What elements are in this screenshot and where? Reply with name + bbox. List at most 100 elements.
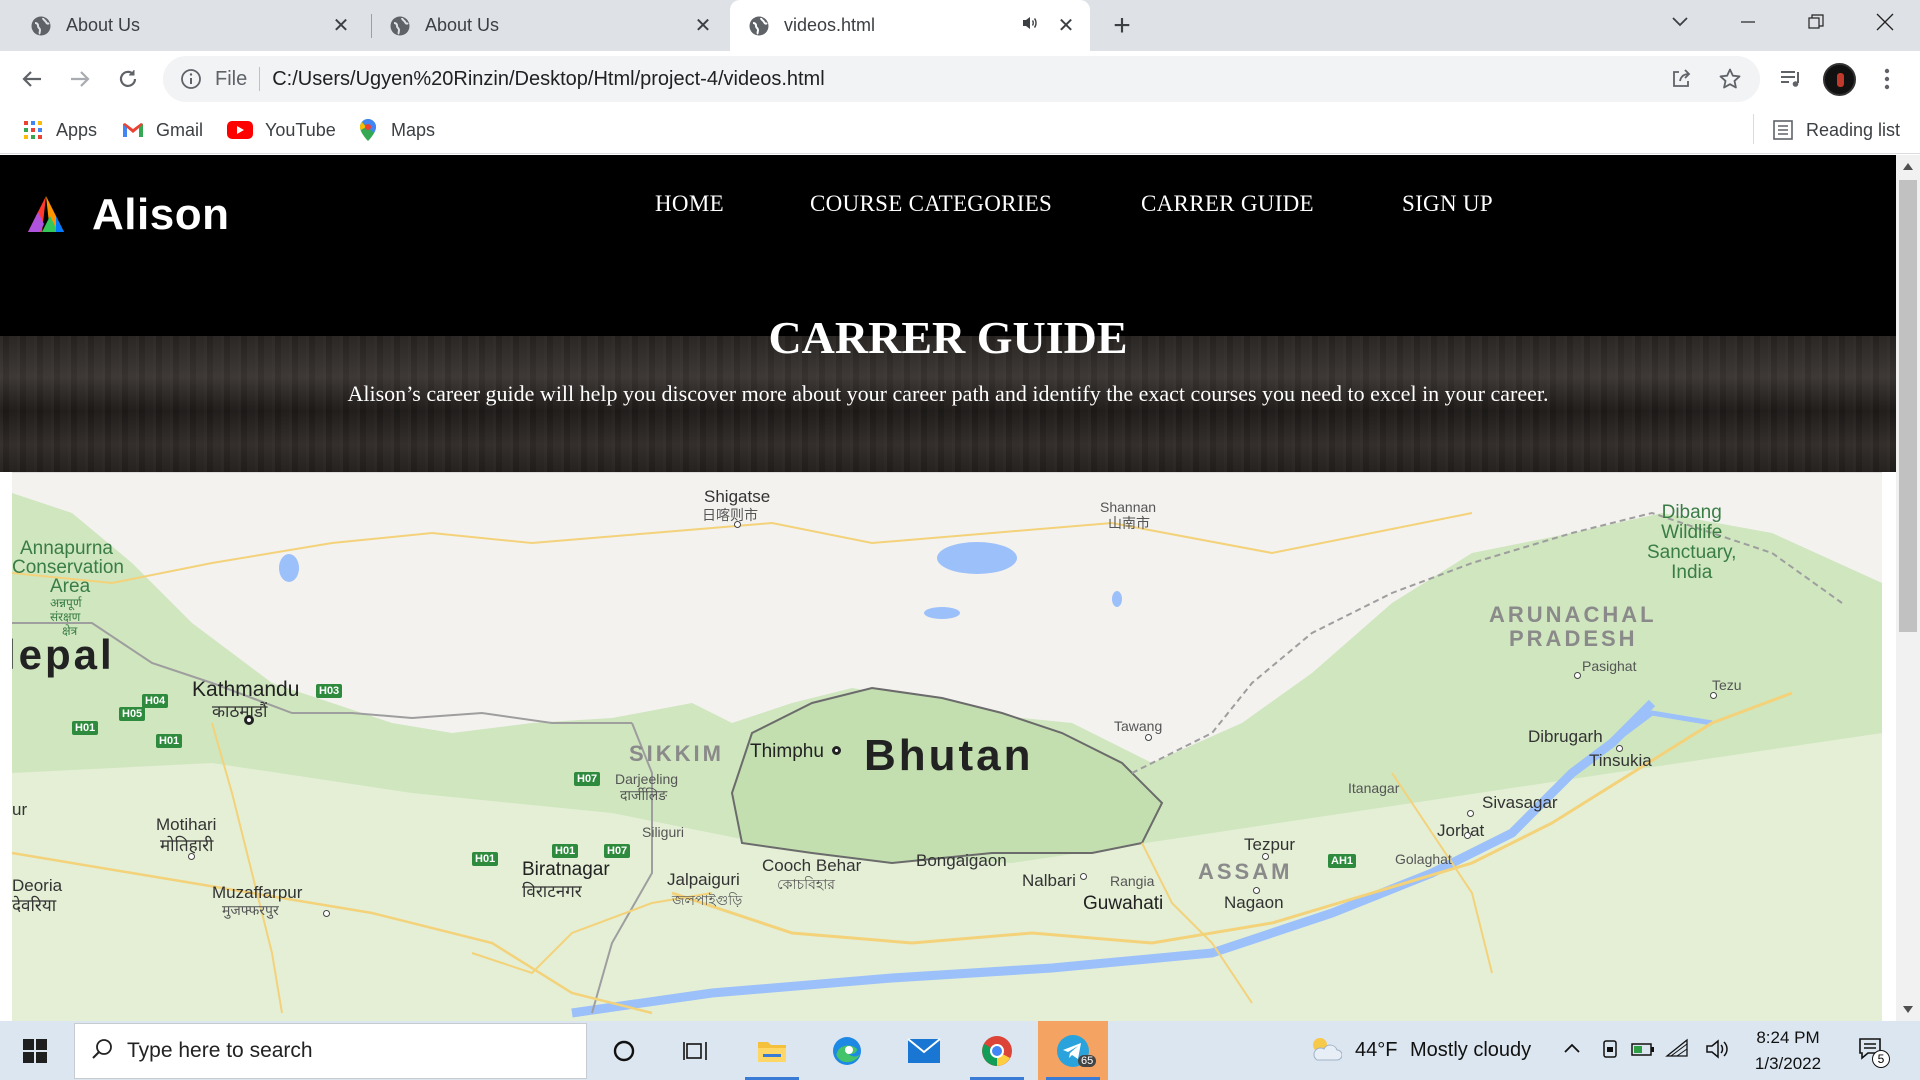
file-explorer-button[interactable] (737, 1021, 807, 1080)
nav-sign-up[interactable]: SIGN UP (1402, 191, 1493, 217)
nav-home[interactable]: HOME (655, 191, 724, 217)
volume-icon[interactable] (1705, 1038, 1731, 1065)
page-scrollbar[interactable] (1896, 155, 1920, 1021)
map-label-tawang: Tawang (1114, 718, 1163, 734)
weather-cloud-icon[interactable] (1308, 1035, 1343, 1068)
menu-kebab-icon[interactable] (1870, 62, 1904, 96)
url-text[interactable]: C:/Users/Ugyen%20Rinzin/Desktop/Html/pro… (272, 68, 824, 91)
map-label-muzaffarpur-hi: मुजफ्फरपुर (222, 902, 279, 918)
map-label-ur: ur (12, 800, 28, 819)
reading-list-label: Reading list (1806, 119, 1901, 140)
address-bar[interactable]: File C:/Users/Ugyen%20Rinzin/Desktop/Htm… (163, 56, 1760, 102)
media-queue-icon[interactable] (1774, 62, 1808, 96)
map-city-dot (1145, 734, 1152, 741)
clock-time: 8:24 PM (1756, 1028, 1820, 1047)
tab-search-chevron-icon[interactable] (1650, 0, 1710, 44)
notification-center-icon[interactable]: 5 (1858, 1036, 1890, 1069)
map-label-golaghat: Golaghat (1395, 851, 1452, 867)
chrome-button[interactable] (962, 1021, 1032, 1080)
close-window-button[interactable] (1855, 0, 1915, 44)
back-button[interactable] (13, 60, 51, 98)
map-label-rangia: Rangia (1110, 873, 1155, 889)
scroll-down-arrow-icon[interactable] (1903, 1006, 1913, 1013)
map-city-dot (323, 910, 330, 917)
map-label-arunachal: ARUNACHAL PRADESH (1489, 602, 1657, 651)
map-label-kathmandu-ne: काठमाडौं (212, 702, 268, 721)
bookmark-star-icon[interactable] (1713, 62, 1747, 96)
bookmarks-divider (1753, 114, 1754, 144)
highway-shield: H01 (472, 852, 499, 866)
globe-icon (748, 15, 770, 37)
reading-list-icon (1772, 119, 1794, 141)
telegram-unread-badge: 65 (1078, 1055, 1097, 1067)
map-label-biratnagar-ne: विराटनगर (522, 882, 582, 901)
weather-temperature[interactable]: 44°F (1355, 1039, 1397, 1062)
embedded-map[interactable]: Shigatse 日喀则市 Shannan 山南市 Dibang Wildlife… (12, 472, 1882, 1021)
highway-shield: AH1 (1328, 854, 1357, 868)
scroll-up-arrow-icon[interactable] (1903, 163, 1913, 170)
wifi-icon[interactable] (1665, 1038, 1689, 1065)
map-label-tinsukia: Tinsukia (1589, 751, 1652, 770)
system-clock[interactable]: 8:24 PM 1/3/2022 (1740, 1025, 1836, 1077)
bookmark-youtube[interactable]: YouTube (227, 116, 336, 144)
reading-list-button[interactable]: Reading list (1772, 116, 1900, 144)
map-city-dot (1080, 873, 1087, 880)
windows-taskbar: Type here to search 65 44°F Mostly cloud… (0, 1021, 1920, 1080)
new-tab-button[interactable]: + (1105, 9, 1139, 43)
bookmark-maps[interactable]: Maps (357, 116, 435, 144)
speaker-audio-icon[interactable] (1022, 15, 1038, 36)
mail-button[interactable] (889, 1021, 959, 1080)
map-city-dot (1616, 745, 1623, 752)
globe-icon (389, 15, 411, 37)
map-label-sivasagar: Sivasagar (1482, 793, 1558, 812)
start-button[interactable] (0, 1021, 70, 1080)
share-icon[interactable] (1664, 62, 1698, 96)
highway-shield: H01 (72, 721, 99, 735)
info-icon[interactable] (179, 67, 203, 91)
scroll-thumb[interactable] (1899, 180, 1917, 632)
map-label-darjeeling: Darjeeling (615, 771, 679, 787)
bookmark-apps[interactable]: Apps (22, 116, 97, 144)
map-label-shannan-cn: 山南市 (1108, 515, 1150, 531)
map-label-dibang: Dibang Wildlife Sanctuary, India (1647, 502, 1737, 583)
tab-about-us-2[interactable]: About Us ✕ (359, 0, 727, 51)
map-label-jalpaiguri-bn: জলপাইগুড়ি (672, 892, 743, 908)
close-tab-icon[interactable]: ✕ (689, 12, 717, 40)
taskbar-search-box[interactable]: Type here to search (74, 1023, 587, 1079)
nav-carrer-guide[interactable]: CARRER GUIDE (1141, 191, 1314, 217)
forward-button[interactable] (61, 60, 99, 98)
chevron-up-icon[interactable] (1563, 1041, 1581, 1059)
map-label-bongaigaon: Bongaigaon (916, 851, 1007, 870)
reload-button[interactable] (109, 60, 147, 98)
tab-about-us-1[interactable]: About Us ✕ (0, 0, 365, 51)
apps-grid-icon (22, 119, 44, 141)
task-view-button[interactable] (660, 1021, 730, 1080)
task-view-icon (683, 1041, 707, 1060)
close-tab-icon[interactable]: ✕ (1052, 12, 1080, 40)
restore-button[interactable] (1786, 0, 1846, 44)
highway-shield: H03 (316, 684, 343, 698)
telegram-button[interactable]: 65 (1038, 1021, 1108, 1080)
tab-videos[interactable]: videos.html ✕ (730, 0, 1090, 51)
minimize-button[interactable] (1718, 0, 1778, 44)
alison-logo[interactable]: Alison (26, 190, 229, 240)
bookmark-gmail[interactable]: Gmail (122, 116, 203, 144)
globe-icon (30, 15, 52, 37)
device-meetnow-icon[interactable] (1601, 1039, 1619, 1064)
highway-shield: H01 (552, 844, 579, 858)
cortana-button[interactable] (589, 1021, 659, 1080)
edge-button[interactable] (812, 1021, 882, 1080)
nav-course-categories[interactable]: COURSE CATEGORIES (810, 191, 1052, 217)
tab-title: About Us (66, 15, 141, 35)
profile-avatar[interactable] (1823, 63, 1856, 96)
battery-icon[interactable] (1631, 1039, 1655, 1064)
close-tab-icon[interactable]: ✕ (327, 12, 355, 40)
omnibox-divider (259, 67, 261, 91)
map-label-darjeeling-hi: दार्जीलिङ (620, 787, 668, 803)
clock-date: 1/3/2022 (1754, 1054, 1822, 1073)
map-label-nalbari: Nalbari (1022, 871, 1076, 890)
weather-condition[interactable]: Mostly cloudy (1410, 1039, 1531, 1062)
windows-logo-icon (23, 1038, 47, 1063)
map-city-dot (188, 853, 195, 860)
cortana-circle-icon (613, 1040, 635, 1061)
